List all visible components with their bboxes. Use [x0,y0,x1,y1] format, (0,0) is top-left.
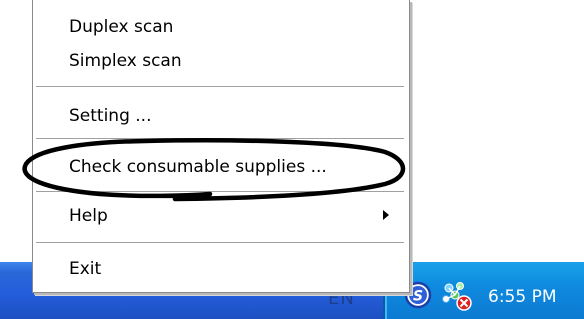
svg-text:S: S [413,289,423,305]
menu-item-setting[interactable]: Setting ... [69,106,152,126]
menu-separator [36,86,404,87]
tray-context-menu: Duplex scan Simplex scan Setting ... Che… [32,0,410,293]
submenu-arrow-icon [383,210,389,220]
menu-item-duplex-scan[interactable]: Duplex scan [69,17,173,37]
menu-item-exit[interactable]: Exit [69,259,101,279]
menu-separator [36,242,404,243]
menu-item-check-consumable-supplies[interactable]: Check consumable supplies ... [69,157,327,177]
network-error-icon[interactable] [440,280,474,312]
menu-item-simplex-scan[interactable]: Simplex scan [69,51,182,71]
menu-item-help[interactable]: Help [69,206,108,226]
menu-separator [36,138,404,139]
taskbar-clock[interactable]: 6:55 PM [488,287,557,307]
menu-separator [36,191,404,192]
